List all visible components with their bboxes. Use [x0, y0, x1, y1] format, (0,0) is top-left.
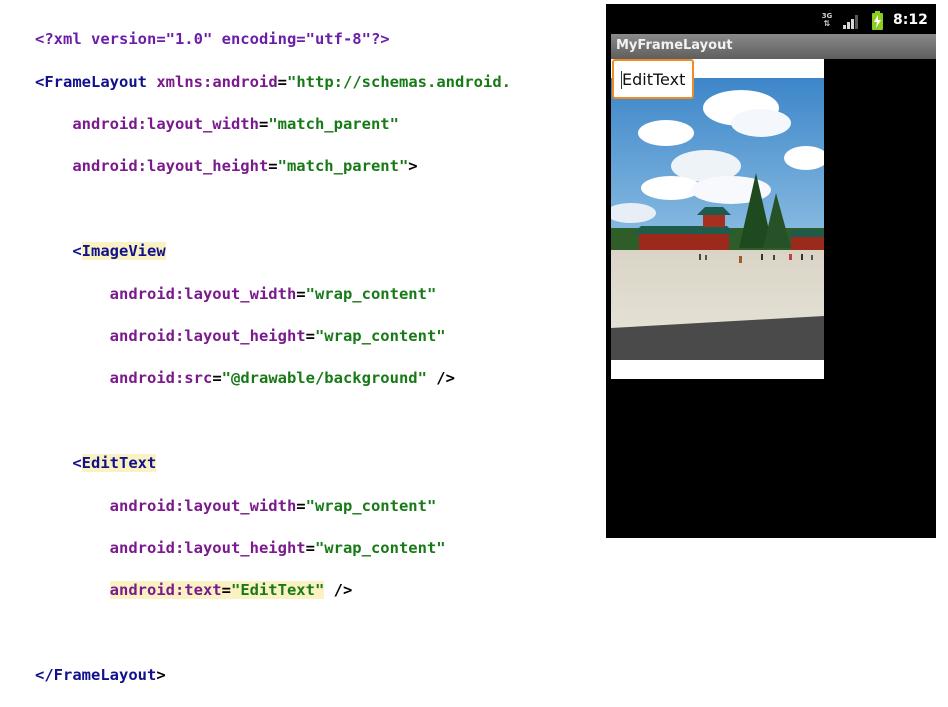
edittext-field[interactable]: EditText [612, 59, 694, 99]
phone-screen: 3G ⇅ 8:12 MyFrameLayout EditText [606, 4, 936, 538]
edit-text-attr: android:text [109, 581, 222, 600]
app-title: MyFrameLayout [616, 38, 733, 53]
image-width-value: "wrap_content" [305, 284, 437, 303]
code-line-7: android:layout_width="wrap_content" [109, 284, 437, 303]
app-title-bar: MyFrameLayout [611, 34, 936, 59]
xml-code-listing: <?xml version="1.0" encoding="utf-8"?> <… [35, 8, 511, 707]
image-src-attr: android:src [109, 369, 213, 388]
status-time: 8:12 [893, 12, 928, 28]
code-line-2: <FrameLayout xmlns:android="http://schem… [35, 72, 511, 91]
code-line-1: <?xml version="1.0" encoding="utf-8"?> [35, 29, 511, 50]
edit-width-value: "wrap_content" [305, 496, 437, 515]
background-image [611, 78, 824, 360]
code-line-8: android:layout_height="wrap_content" [109, 326, 446, 345]
xmlns-attr: xmlns:android [156, 72, 278, 91]
edit-width-attr: android:layout_width [109, 496, 297, 515]
code-line-14: android:text="EditText" /> [109, 581, 353, 600]
code-line-11: <EditText [72, 454, 157, 473]
status-bar: 3G ⇅ 8:12 [606, 4, 936, 37]
framelayout-close-tag: FrameLayout [53, 666, 157, 685]
code-line-16: </FrameLayout> [35, 666, 166, 685]
code-line-3: android:layout_width="match_parent" [72, 114, 399, 133]
edit-height-attr: android:layout_height [109, 538, 306, 557]
signal-bars-icon [843, 15, 859, 29]
edit-text-value: "EditText" [230, 581, 325, 600]
xmlns-value: "http://schemas.android. [287, 72, 511, 91]
imageview-tag: ImageView [81, 242, 166, 261]
frame-layout: EditText [611, 59, 824, 379]
code-line-6: <ImageView [72, 242, 166, 261]
frame-width-value: "match_parent" [268, 114, 399, 133]
battery-charging-icon [872, 11, 883, 30]
edittext-value: EditText [622, 70, 686, 89]
code-line-12: android:layout_width="wrap_content" [109, 496, 437, 515]
image-width-attr: android:layout_width [109, 284, 297, 303]
code-line-4: android:layout_height="match_parent"> [72, 157, 418, 176]
network-type-icon: 3G ⇅ [821, 12, 833, 28]
frame-width-attr: android:layout_width [72, 114, 259, 133]
image-src-value: "@drawable/background" [221, 369, 427, 388]
image-height-value: "wrap_content" [314, 326, 446, 345]
code-line-9: android:src="@drawable/background" /> [109, 369, 455, 388]
temple-photo-icon [611, 78, 824, 360]
edit-height-value: "wrap_content" [314, 538, 446, 557]
frame-height-attr: android:layout_height [72, 157, 269, 176]
image-height-attr: android:layout_height [109, 326, 306, 345]
code-line-13: android:layout_height="wrap_content" [109, 538, 446, 557]
edittext-tag: EditText [81, 454, 157, 473]
frame-height-value: "match_parent" [277, 157, 409, 176]
framelayout-open-tag: FrameLayout [44, 72, 147, 91]
xml-declaration: <?xml version="1.0" encoding="utf-8"?> [35, 30, 390, 49]
